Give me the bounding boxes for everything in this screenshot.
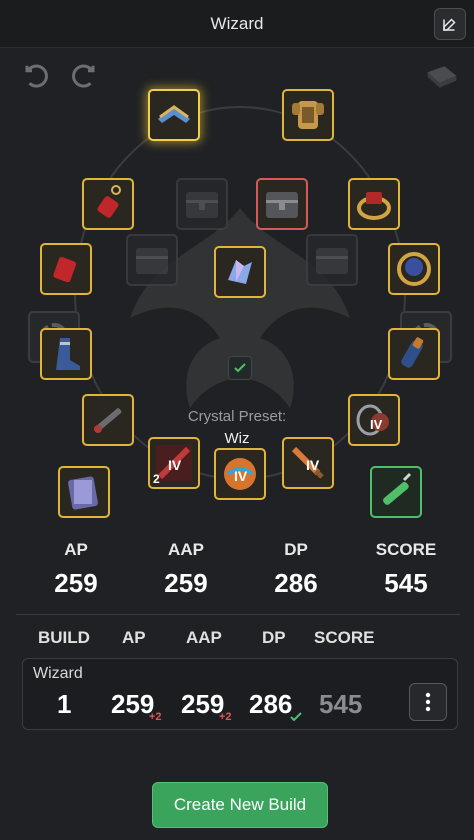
stat-ap: AP 259 — [21, 540, 131, 599]
chest-icon — [266, 192, 298, 218]
divider — [16, 614, 460, 615]
column-header-ap: AP — [122, 628, 146, 647]
stat-value: 545 — [384, 568, 428, 598]
gloves-icon — [401, 337, 424, 368]
build-aap: 259 — [181, 689, 225, 719]
gear-slot-boots[interactable] — [40, 328, 92, 380]
stat-aap: AAP 259 — [131, 540, 241, 599]
gear-slot-crystal[interactable] — [214, 246, 266, 298]
gear-slot-gloves[interactable] — [388, 328, 440, 380]
spellbook-icon — [68, 476, 98, 510]
stat-label: AP — [64, 540, 88, 559]
chest-icon — [316, 248, 348, 274]
chest-icon — [186, 192, 218, 218]
ring-icon — [357, 192, 391, 220]
crystal-icon — [228, 260, 252, 284]
build-number: 1 — [57, 689, 72, 719]
stat-score: SCORE 545 — [351, 540, 461, 599]
gear-panel: Crystal Preset: Wiz IV 2 IV IV IV — [0, 48, 474, 538]
stat-value: 286 — [274, 568, 318, 598]
helmet-icon — [158, 105, 190, 123]
build-score: 545 — [319, 689, 363, 719]
edit-button[interactable] — [434, 8, 466, 40]
stat-value: 259 — [54, 568, 98, 598]
gear-slot-awakening[interactable] — [82, 394, 134, 446]
stat-value: 259 — [164, 568, 208, 598]
syringe-icon — [383, 472, 412, 505]
staff-icon — [94, 408, 122, 433]
gear-slot-sub-weapon[interactable]: IV — [214, 448, 266, 500]
gear-slot-necklace[interactable] — [40, 243, 92, 295]
gear-slot-helmet[interactable] — [148, 89, 200, 141]
level-badge: IV — [168, 457, 182, 473]
gear-slot-belt[interactable]: IV — [348, 394, 400, 446]
enhancement-badge: 2 — [153, 472, 160, 486]
necklace-icon — [53, 257, 77, 283]
column-header-build: BUILD — [38, 628, 90, 647]
stat-label: AAP — [168, 540, 204, 559]
level-badge: IV — [234, 468, 248, 484]
column-header-score: SCORE — [314, 628, 375, 647]
stat-dp: DP 286 — [241, 540, 351, 599]
title-bar: Wizard — [0, 0, 474, 48]
build-ap: 259 — [111, 689, 155, 719]
gear-slot-awakening-weapon[interactable]: IV — [282, 437, 334, 489]
gear-slot-armor[interactable] — [282, 89, 334, 141]
stat-label: SCORE — [375, 540, 437, 559]
armor-icon — [292, 101, 324, 129]
dp-check-icon — [290, 712, 302, 722]
ring-icon — [397, 252, 431, 286]
gear-slot-main-weapon[interactable]: 2 IV — [148, 437, 200, 489]
boots-icon — [56, 338, 80, 370]
build-dp: 286 — [249, 689, 293, 719]
build-name: Wizard — [33, 665, 83, 682]
window-title: Wizard — [210, 14, 264, 33]
level-badge: IV — [306, 457, 320, 473]
gear-slot-earring-1[interactable] — [82, 178, 134, 230]
earring-icon — [97, 185, 121, 218]
gear-slot-ring-2[interactable] — [388, 243, 440, 295]
gear-slot-chest-highlighted[interactable] — [256, 178, 308, 230]
gear-slot-ring-1[interactable] — [348, 178, 400, 230]
build-menu-button[interactable] — [409, 683, 447, 721]
more-vertical-icon — [425, 692, 431, 712]
gear-slot-elixir[interactable] — [370, 466, 422, 518]
crystal-preset-checkbox[interactable] — [228, 356, 252, 380]
gear-slot-empty-chest-1[interactable] — [176, 178, 228, 230]
crystal-preset-label: Crystal Preset: — [187, 408, 287, 425]
gear-slot-alchemy-stone[interactable] — [58, 466, 110, 518]
crystal-preset-name[interactable]: Wiz — [0, 430, 474, 447]
chest-icon — [136, 248, 168, 274]
gear-slot-empty-chest-2[interactable] — [126, 234, 178, 286]
create-new-build-button[interactable]: Create New Build — [152, 782, 328, 828]
stat-label: DP — [284, 540, 308, 559]
level-badge: IV — [370, 417, 383, 432]
checkmark-icon — [234, 363, 246, 373]
gear-slot-empty-chest-3[interactable] — [306, 234, 358, 286]
build-row[interactable]: Wizard 1 259 +2 259 +2 286 545 — [22, 658, 458, 730]
stats-summary: AP 259 AAP 259 DP 286 SCORE 545 — [0, 540, 474, 610]
ap-bonus: +2 — [149, 711, 162, 723]
aap-bonus: +2 — [219, 711, 232, 723]
column-header-dp: DP — [262, 628, 286, 647]
edit-icon — [443, 18, 456, 31]
column-header-aap: AAP — [186, 628, 222, 647]
